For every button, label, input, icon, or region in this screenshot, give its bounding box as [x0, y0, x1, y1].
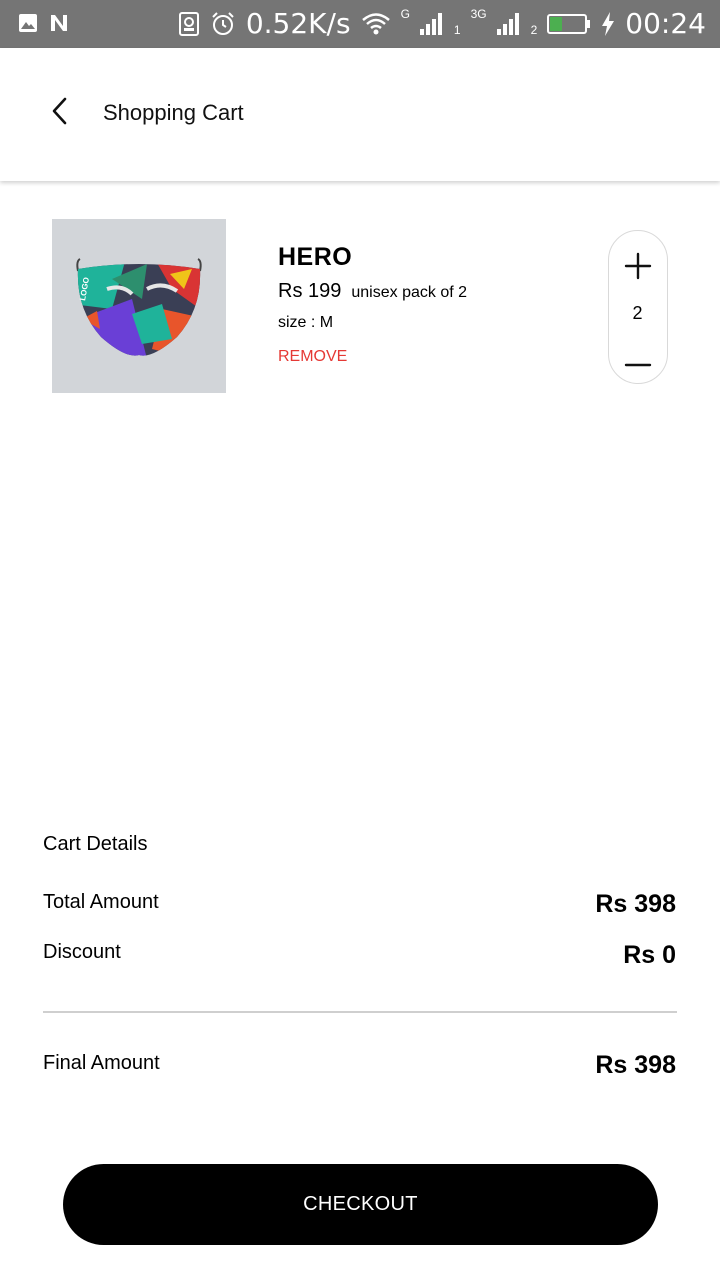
price-row: Rs 199 unisex pack of 2: [278, 280, 467, 303]
sim-icon: [178, 11, 200, 37]
cart-details-title: Cart Details: [43, 833, 148, 855]
image-icon: [18, 13, 38, 33]
sim2-network-label: 3G: [470, 7, 487, 21]
checkout-button[interactable]: CHECKOUT: [63, 1164, 658, 1245]
signal-icon: [496, 13, 521, 35]
clock: 00:24: [625, 7, 706, 40]
status-left: [18, 12, 70, 34]
status-bar: 0.52K/s G 1 3G 2 00:24: [0, 0, 720, 48]
alarm-icon: [210, 11, 236, 37]
back-arrow-icon: [50, 97, 70, 130]
checkout-label: CHECKOUT: [303, 1193, 418, 1215]
sim2-index: 2: [530, 23, 538, 37]
cart-item: LOGO HERO Rs 199 unisex pack of 2 size :…: [0, 219, 720, 394]
wifi-icon: [361, 12, 391, 36]
decrease-quantity-button[interactable]: [623, 350, 653, 380]
page-title: Shopping Cart: [103, 100, 244, 125]
plus-icon: [624, 252, 652, 280]
total-amount-value: Rs 398: [595, 890, 676, 918]
final-amount-label: Final Amount: [43, 1052, 160, 1074]
signal-icon: [419, 13, 444, 35]
battery-icon: [547, 13, 591, 35]
increase-quantity-button[interactable]: [623, 251, 653, 281]
app-bar: Shopping Cart: [0, 48, 720, 181]
product-name[interactable]: HERO: [278, 243, 352, 272]
remove-button[interactable]: REMOVE: [278, 348, 347, 366]
network-speed: 0.52K/s: [245, 7, 351, 40]
charging-icon: [601, 11, 615, 37]
sim1-network-label: G: [400, 7, 410, 21]
divider: [43, 1011, 677, 1013]
n-icon: [48, 12, 70, 34]
product-size: size : M: [278, 314, 334, 331]
discount-label: Discount: [43, 941, 121, 963]
discount-value: Rs 0: [623, 941, 676, 969]
product-variant: unisex pack of 2: [351, 284, 467, 301]
quantity-value: 2: [632, 303, 643, 323]
back-button[interactable]: [40, 93, 80, 133]
product-price: Rs 199: [278, 280, 342, 302]
product-image[interactable]: LOGO: [52, 219, 226, 393]
minus-icon: [624, 363, 652, 367]
quantity-stepper: 2: [608, 230, 668, 384]
status-right: 0.52K/s G 1 3G 2 00:24: [178, 6, 706, 42]
face-mask-image: LOGO: [76, 258, 202, 356]
sim1-index: 1: [453, 23, 461, 37]
total-amount-label: Total Amount: [43, 891, 159, 913]
final-amount-value: Rs 398: [595, 1051, 676, 1079]
